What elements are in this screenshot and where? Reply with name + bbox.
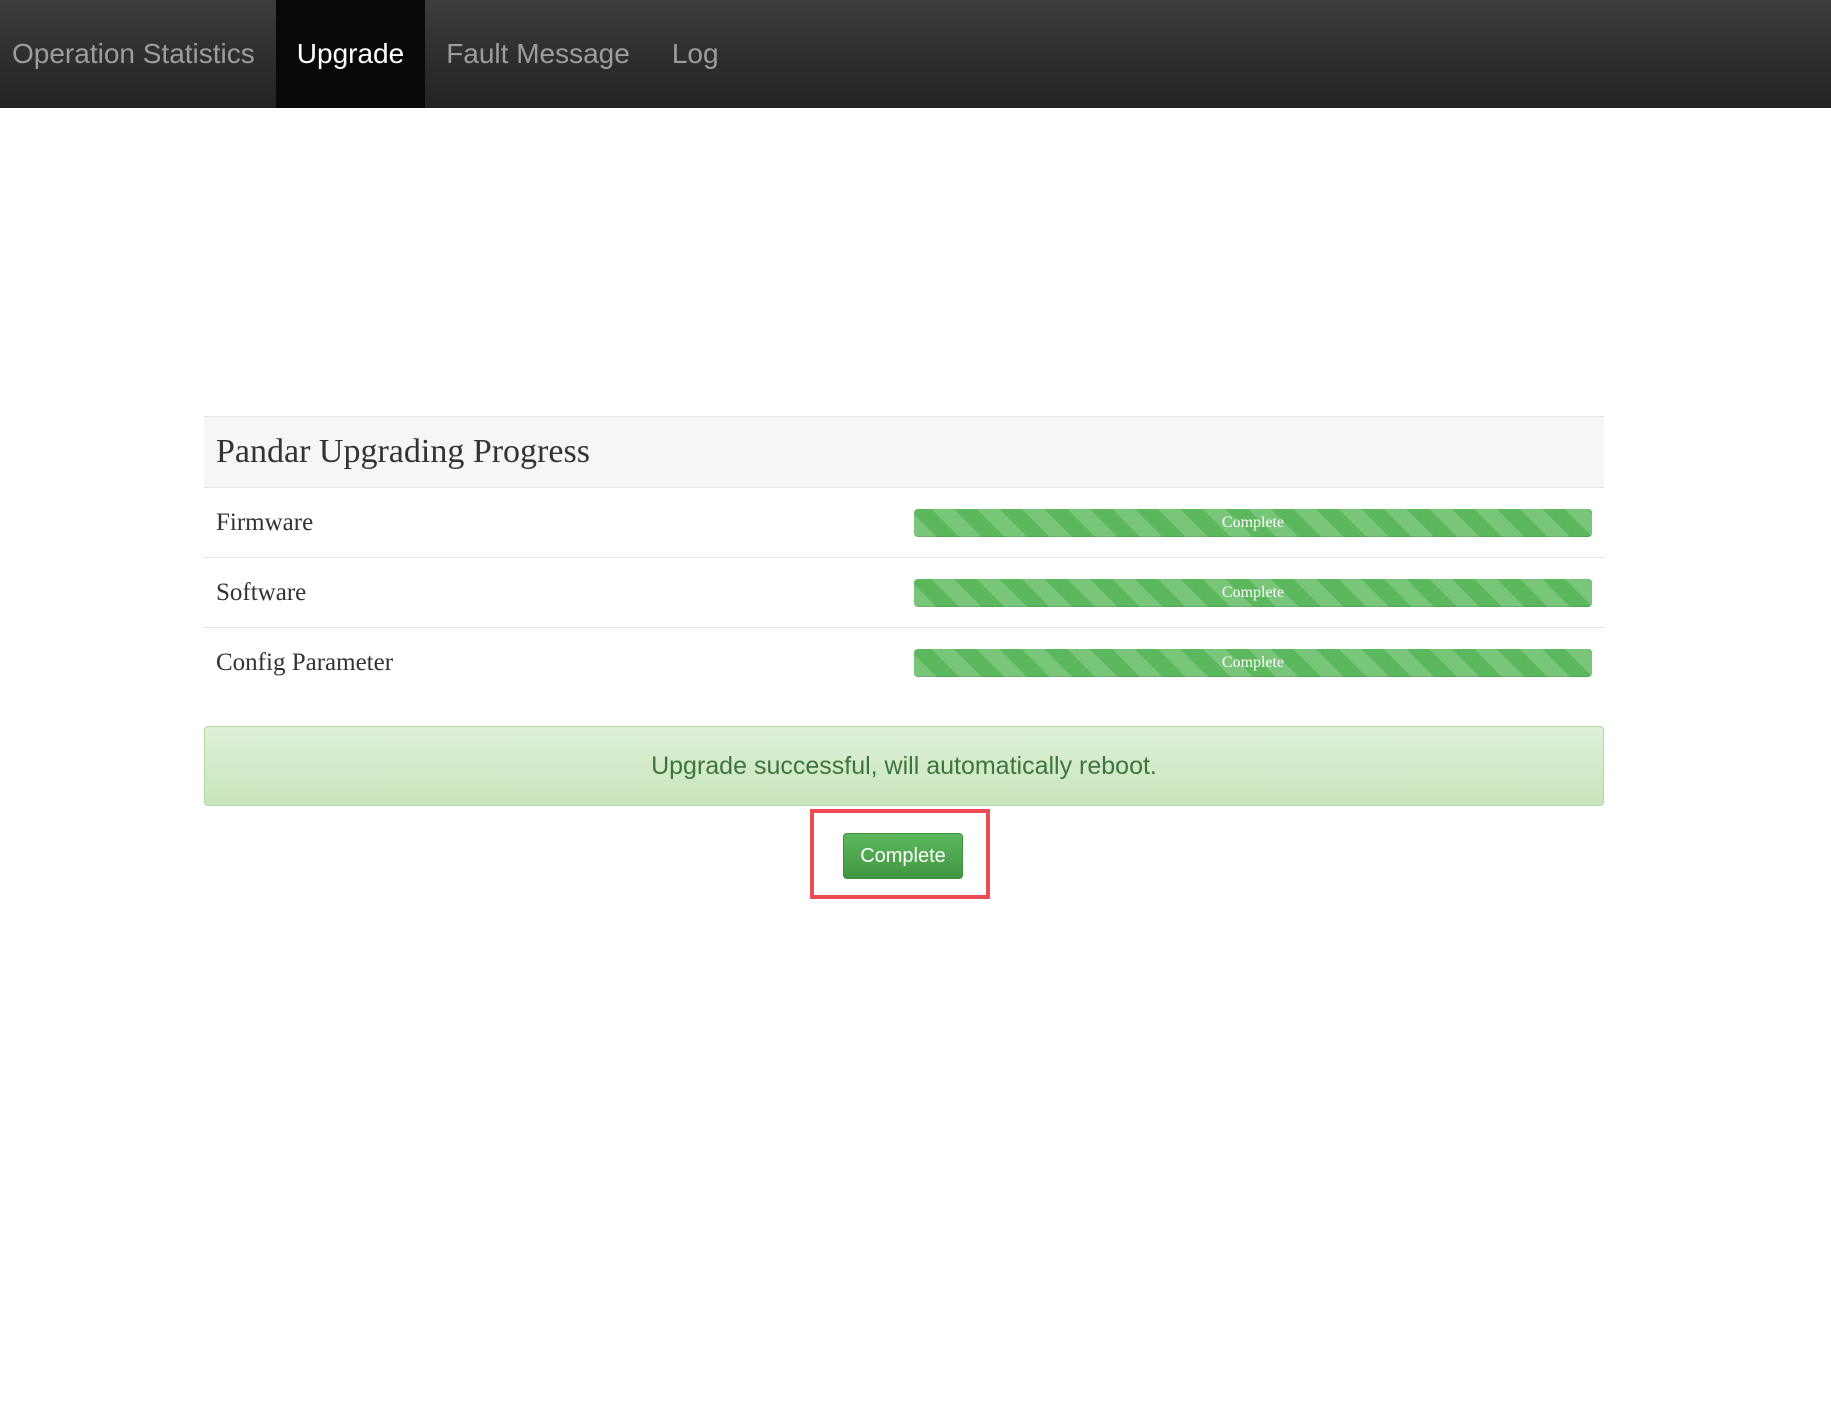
progress-bar-label: Complete — [1221, 583, 1285, 601]
complete-button[interactable]: Complete — [843, 833, 963, 879]
success-alert: Upgrade successful, will automatically r… — [204, 726, 1604, 806]
progress-bar-software: Complete — [914, 578, 1592, 607]
progress-row-label: Software — [216, 578, 307, 606]
nav-tab-fault-message[interactable]: Fault Message — [425, 0, 651, 108]
progress-bar-firmware: Complete — [914, 508, 1592, 537]
progress-row-label: Config Parameter — [216, 648, 394, 676]
panel-title: Pandar Upgrading Progress — [204, 416, 1604, 488]
progress-bar-config-parameter: Complete — [914, 648, 1592, 677]
upgrade-progress-panel: Pandar Upgrading Progress Firmware Compl… — [204, 416, 1604, 697]
nav-tab-operation-statistics[interactable]: Operation Statistics — [0, 0, 276, 108]
top-navbar: Operation Statistics Upgrade Fault Messa… — [0, 0, 1831, 108]
progress-row-software: Software Complete — [204, 558, 1604, 628]
nav-tab-log[interactable]: Log — [651, 0, 740, 108]
progress-row-config-parameter: Config Parameter Complete — [204, 628, 1604, 697]
nav-tab-upgrade[interactable]: Upgrade — [275, 0, 426, 108]
progress-row-firmware: Firmware Complete — [204, 488, 1604, 558]
progress-bar-label: Complete — [1221, 513, 1285, 531]
progress-row-label: Firmware — [216, 508, 314, 536]
progress-bar-label: Complete — [1221, 653, 1285, 671]
